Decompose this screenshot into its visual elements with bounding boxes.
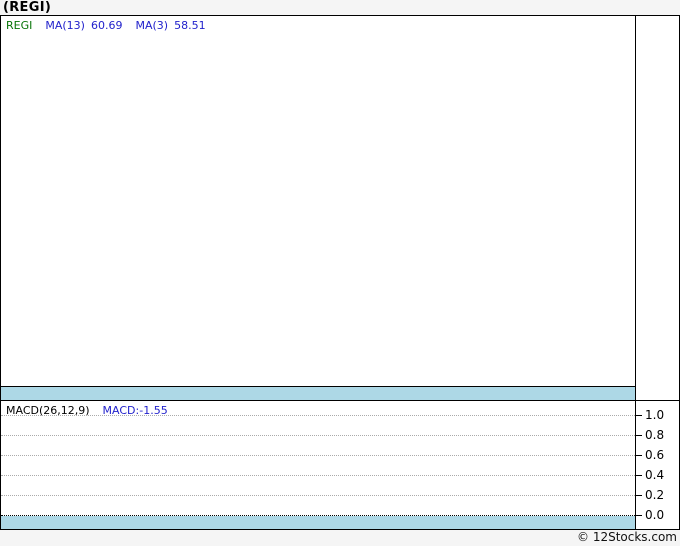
legend-ma3-label: MA(3) <box>135 19 169 32</box>
macd-axis-label: 0.6 <box>645 448 665 462</box>
page-title: (REGI) <box>3 0 52 15</box>
copyright-text: © 12Stocks.com <box>577 530 677 544</box>
chart-block: REGI MA(13) 60.69 MA(3) 58.51 MACD(26,12,9) M… <box>0 15 680 530</box>
stock-chart-page: { "page": { "title": "(REGI)", "copyrigh… <box>0 0 680 546</box>
date-axis-strip-lower <box>1 516 635 529</box>
macd-zero-gridline <box>1 515 635 516</box>
macd-axis-tick <box>635 475 642 476</box>
axis-gutter-divider <box>635 16 636 529</box>
macd-axis-tick <box>635 415 642 416</box>
macd-axis-label: 0.8 <box>645 428 665 442</box>
legend-ma13-label: MA(13) <box>45 19 85 32</box>
legend-ma3-value: 58.51 <box>174 19 206 32</box>
macd-gridline <box>1 435 635 436</box>
macd-axis-tick <box>635 495 642 496</box>
macd-gridline <box>1 415 635 416</box>
date-axis-strip-upper <box>1 387 635 400</box>
macd-gridline <box>1 495 635 496</box>
macd-panel-top-border <box>1 400 679 401</box>
macd-axis-label: 0.0 <box>645 508 665 522</box>
macd-axis-tick <box>635 455 642 456</box>
macd-axis-tick <box>635 515 642 516</box>
legend-ma13-value: 60.69 <box>90 19 123 32</box>
macd-gridline <box>1 475 635 476</box>
macd-gridline <box>1 455 635 456</box>
macd-axis-label: 1.0 <box>645 408 665 422</box>
macd-axis-label: 0.2 <box>645 488 665 502</box>
macd-axis-tick <box>635 435 642 436</box>
legend-symbol: REGI <box>6 19 33 32</box>
macd-axis-label: 0.4 <box>645 468 665 482</box>
main-chart-legend: REGI MA(13) 60.69 MA(3) 58.51 <box>6 19 206 32</box>
